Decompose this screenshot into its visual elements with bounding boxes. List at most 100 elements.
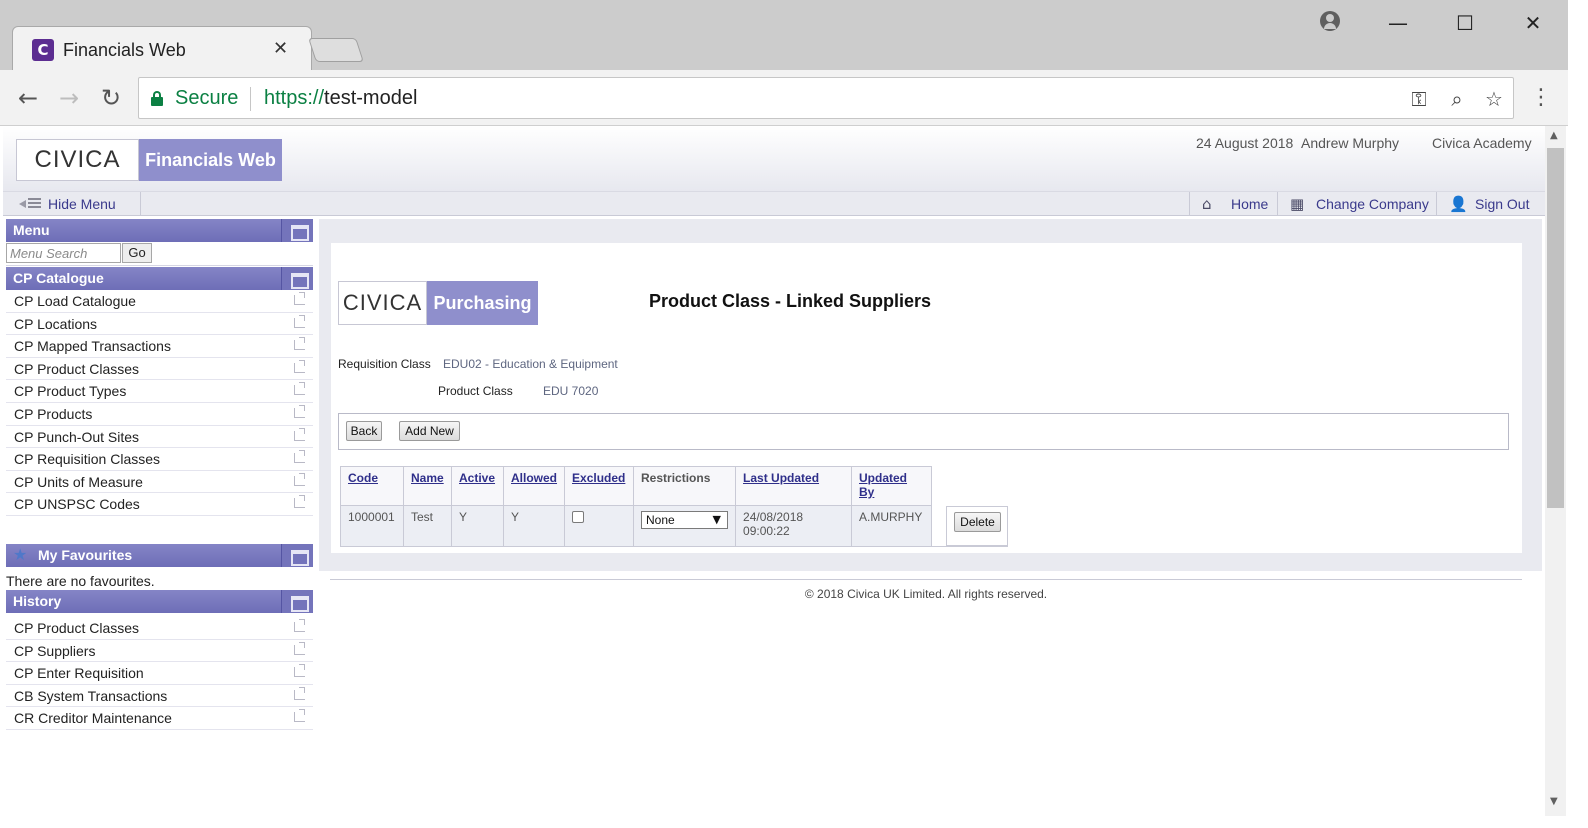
browser-tab[interactable]: C Financials Web ✕ xyxy=(12,26,312,71)
reload-icon[interactable]: ↻ xyxy=(95,82,127,114)
history-item-cp-product-classes[interactable]: CP Product Classes xyxy=(6,616,313,640)
header-user: Andrew Murphy xyxy=(1301,135,1400,151)
url-text[interactable]: https://test-model xyxy=(264,87,417,110)
excluded-checkbox[interactable] xyxy=(572,511,585,523)
sidebar-item-cp-unspsc-codes[interactable]: CP UNSPSC Codes xyxy=(6,493,313,516)
sidebar-item-cp-product-classes[interactable]: CP Product Classes xyxy=(6,357,313,381)
open-in-new-icon[interactable] xyxy=(294,686,305,700)
sidebar-item-cp-product-types[interactable]: CP Product Types xyxy=(6,380,313,403)
sidebar-item-cp-units-of-measure[interactable]: CP Units of Measure xyxy=(6,470,313,494)
sort-link-updated-by[interactable]: Updated By xyxy=(859,471,907,499)
maximize-icon[interactable]: ☐ xyxy=(1449,8,1481,38)
open-in-new-icon[interactable] xyxy=(294,641,305,655)
hide-menu-label: Hide Menu xyxy=(48,196,116,212)
column-header-updated-by[interactable]: Updated By xyxy=(851,466,933,506)
sidebar-item-cp-load-catalogue[interactable]: CP Load Catalogue xyxy=(6,290,313,313)
bookmark-star-icon[interactable]: ☆ xyxy=(1481,86,1507,112)
column-header-last-updated[interactable]: Last Updated xyxy=(735,466,853,506)
history-item-cp-suppliers[interactable]: CP Suppliers xyxy=(6,639,313,663)
zoom-icon[interactable]: ⌕ xyxy=(1444,86,1470,112)
menu-panel-header: Menu xyxy=(6,219,313,242)
hide-menu-button[interactable]: Hide Menu xyxy=(15,192,141,216)
linked-suppliers-table: Code Name Active Allowed Excluded Restri… xyxy=(340,466,1009,547)
scroll-down-arrow-icon[interactable]: ▼ xyxy=(1550,796,1558,807)
profile-icon[interactable] xyxy=(1314,8,1346,38)
history-item-cr-creditor-maintenance[interactable]: CR Creditor Maintenance xyxy=(6,707,313,730)
scrollbar-thumb[interactable] xyxy=(1547,148,1564,508)
secure-label[interactable]: Secure xyxy=(175,87,238,110)
sort-link-allowed[interactable]: Allowed xyxy=(511,471,557,485)
tab-close-icon[interactable]: ✕ xyxy=(273,38,288,59)
cell-actions: Delete xyxy=(931,505,1009,547)
browser-menu-icon[interactable]: ⋮ xyxy=(1530,84,1552,112)
open-in-new-icon[interactable] xyxy=(294,382,305,396)
favourites-panel-header: ★ My Favourites xyxy=(6,543,313,567)
sidebar-item-cp-requisition-classes[interactable]: CP Requisition Classes xyxy=(6,448,313,471)
restrictions-select[interactable]: None ▼ xyxy=(641,511,729,529)
lock-icon[interactable] xyxy=(151,91,163,106)
delete-button[interactable]: Delete xyxy=(954,511,1002,532)
sidebar-item-cp-punch-out-sites[interactable]: CP Punch-Out Sites xyxy=(6,425,313,449)
app-navbar: Hide Menu ⌂ Home ▦ Change Company 👤 Sign… xyxy=(3,192,1545,216)
add-new-button[interactable]: Add New xyxy=(399,421,460,441)
app-header: CIVICA Financials Web 24 August 2018 And… xyxy=(3,126,1545,192)
forward-arrow-icon[interactable]: → xyxy=(53,82,85,114)
open-in-new-icon[interactable] xyxy=(294,450,305,464)
address-bar[interactable]: Secure https://test-model ⚿ ⌕ ☆ xyxy=(138,77,1514,119)
sidebar-item-label: CP Units of Measure xyxy=(14,473,143,490)
scroll-up-arrow-icon[interactable]: ▲ xyxy=(1550,130,1558,141)
menu-search-input[interactable] xyxy=(6,243,121,263)
history-item-label: CR Creditor Maintenance xyxy=(14,710,172,727)
open-in-new-icon[interactable] xyxy=(294,472,305,486)
cell-excluded xyxy=(564,505,635,547)
column-header-active[interactable]: Active xyxy=(451,466,504,506)
open-in-new-icon[interactable] xyxy=(294,495,305,509)
open-in-new-icon[interactable] xyxy=(294,618,305,632)
sort-link-name[interactable]: Name xyxy=(411,471,444,485)
header-organisation: Civica Academy xyxy=(1432,135,1532,151)
column-header-allowed[interactable]: Allowed xyxy=(502,466,566,506)
sort-link-excluded[interactable]: Excluded xyxy=(572,471,625,485)
minimize-icon[interactable]: — xyxy=(1382,8,1414,38)
open-in-new-icon[interactable] xyxy=(294,427,305,441)
sidebar-item-cp-locations[interactable]: CP Locations xyxy=(6,312,313,336)
open-in-new-icon[interactable] xyxy=(294,709,305,723)
column-header-name[interactable]: Name xyxy=(403,466,452,506)
history-item-cp-enter-requisition[interactable]: CP Enter Requisition xyxy=(6,662,313,685)
new-tab-button[interactable] xyxy=(308,38,364,62)
catalogue-panel-header[interactable]: CP Catalogue xyxy=(6,267,313,290)
open-in-new-icon[interactable] xyxy=(294,292,305,305)
back-button[interactable]: Back xyxy=(346,421,382,441)
open-in-new-icon[interactable] xyxy=(294,359,305,373)
sidebar-item-cp-products[interactable]: CP Products xyxy=(6,402,313,426)
open-in-new-icon[interactable] xyxy=(294,314,305,328)
sort-link-last-updated[interactable]: Last Updated xyxy=(743,471,819,485)
row-action-box: Delete xyxy=(946,505,1009,546)
sidebar-item-label: CP Product Classes xyxy=(14,360,140,377)
close-window-icon[interactable]: ✕ xyxy=(1517,8,1549,38)
sort-link-active[interactable]: Active xyxy=(459,471,495,485)
back-arrow-icon[interactable]: ← xyxy=(12,82,44,114)
menu-search-go-button[interactable]: Go xyxy=(122,243,152,263)
panel-toggle-icon[interactable] xyxy=(281,543,313,567)
column-header-excluded[interactable]: Excluded xyxy=(564,466,635,506)
sign-out-label: Sign Out xyxy=(1475,196,1530,212)
sign-out-link[interactable]: 👤 Sign Out xyxy=(1436,192,1545,216)
main-content-frame: CIVICA Purchasing Product Class - Linked… xyxy=(319,219,1542,571)
panel-expand-icon[interactable] xyxy=(281,267,313,290)
page-scrollbar[interactable]: ▲ ▼ xyxy=(1545,126,1566,816)
panel-toggle-icon[interactable] xyxy=(281,589,313,613)
history-item-cb-system-transactions[interactable]: CB System Transactions xyxy=(6,684,313,708)
open-in-new-icon[interactable] xyxy=(294,337,305,351)
open-in-new-icon[interactable] xyxy=(294,664,305,678)
hide-menu-icon xyxy=(19,197,43,211)
home-link[interactable]: ⌂ Home xyxy=(1189,192,1277,216)
column-header-code[interactable]: Code xyxy=(340,466,404,506)
sidebar-item-cp-mapped-transactions[interactable]: CP Mapped Transactions xyxy=(6,335,313,358)
open-in-new-icon[interactable] xyxy=(294,404,305,418)
sort-link-code[interactable]: Code xyxy=(348,471,378,485)
key-icon[interactable]: ⚿ xyxy=(1406,86,1432,112)
panel-toggle-icon[interactable] xyxy=(281,219,313,242)
history-list: CP Product Classes CP Suppliers CP Enter… xyxy=(6,616,313,730)
change-company-link[interactable]: ▦ Change Company xyxy=(1277,192,1436,216)
